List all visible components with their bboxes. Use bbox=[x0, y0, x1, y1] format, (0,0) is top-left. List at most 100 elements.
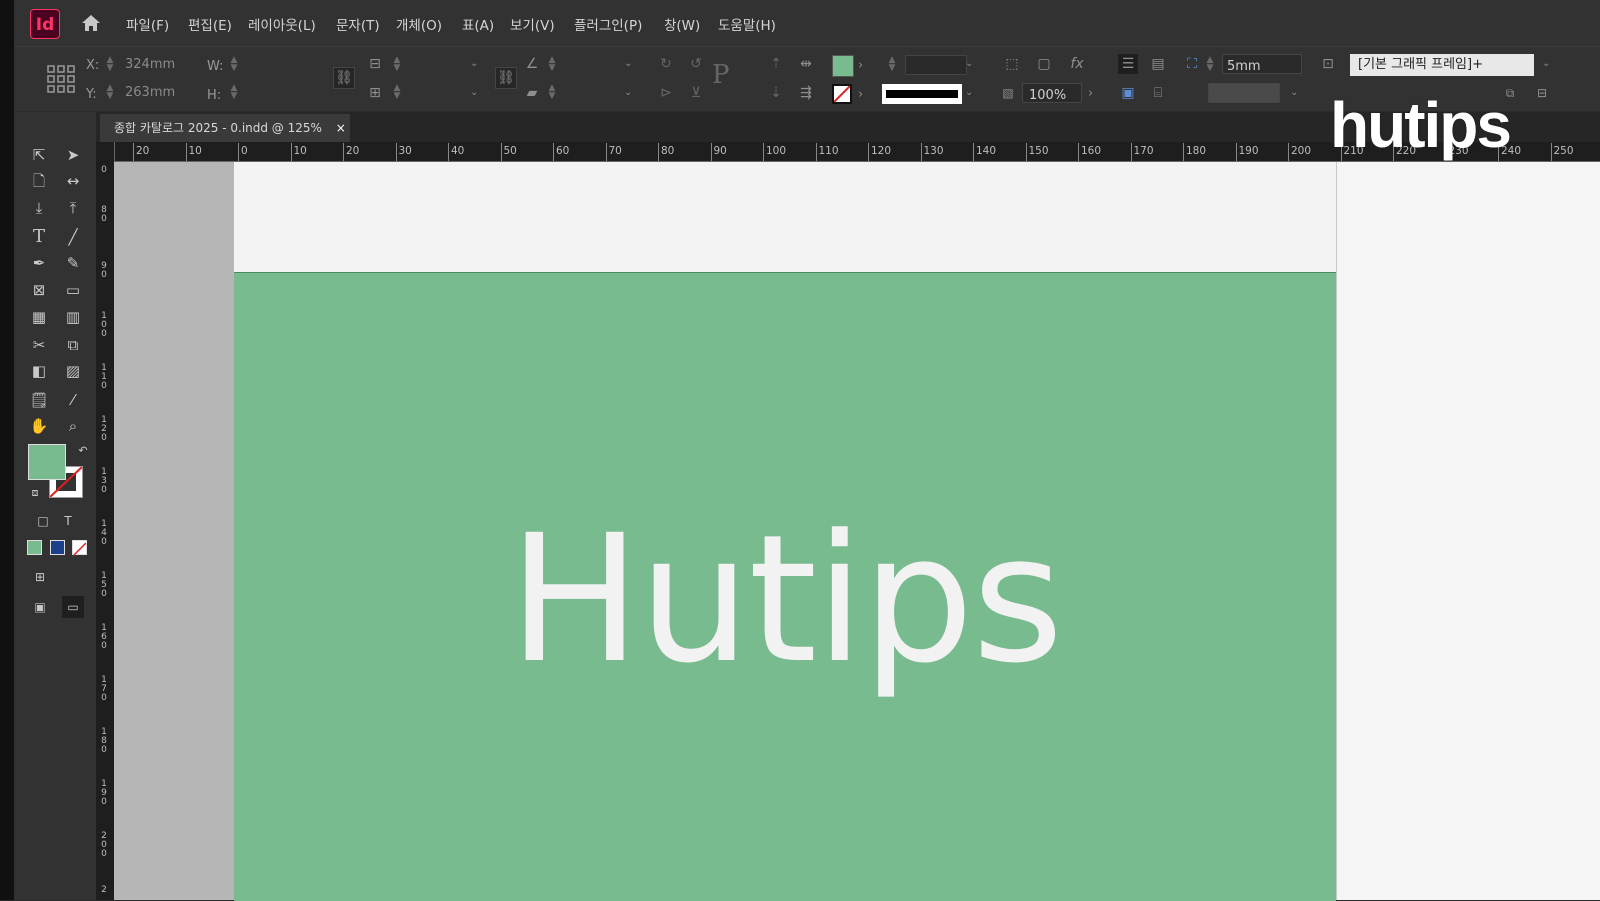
stroke-menu-icon[interactable]: › bbox=[858, 87, 863, 102]
menu-item-4[interactable]: 개체(O) bbox=[396, 14, 442, 34]
flip-horizontal-icon[interactable]: ⊳ bbox=[656, 83, 676, 103]
scale-x-spinner[interactable]: ▲ ▼ bbox=[393, 56, 401, 74]
swap-fill-stroke-icon[interactable]: ↶ bbox=[72, 440, 94, 462]
stroke-type-dropdown-icon[interactable]: ⌄ bbox=[965, 87, 973, 98]
apply-none-icon[interactable] bbox=[72, 540, 87, 557]
gradient-swatch-tool-icon[interactable]: ◧ bbox=[28, 360, 50, 382]
scale-x-icon[interactable]: ⊟ bbox=[365, 54, 385, 74]
scale-link-icon[interactable]: ⛓ bbox=[495, 67, 517, 89]
formatting-container-icon[interactable]: □ bbox=[32, 510, 54, 532]
menu-item-8[interactable]: 창(W) bbox=[664, 14, 700, 34]
close-tab-button[interactable]: × bbox=[336, 121, 346, 135]
type-tool-icon[interactable]: T bbox=[28, 226, 50, 248]
line-tool-icon[interactable]: ╱ bbox=[62, 226, 84, 248]
stroke-weight-field[interactable] bbox=[905, 55, 967, 75]
screen-mode-icon[interactable]: ⊞ bbox=[29, 566, 51, 588]
h-spinner[interactable]: ▲ ▼ bbox=[230, 84, 238, 102]
pencil-tool-icon[interactable]: ✎ bbox=[62, 252, 84, 274]
menu-item-3[interactable]: 문자(T) bbox=[336, 14, 380, 34]
eyedropper-tool-icon[interactable]: ⁄ bbox=[62, 389, 84, 411]
select-container-icon[interactable]: ⇡ bbox=[766, 54, 786, 74]
menu-item-6[interactable]: 보기(V) bbox=[510, 14, 555, 34]
stroke-weight-spinner[interactable]: ▲ ▼ bbox=[888, 56, 896, 74]
scale-y-spinner[interactable]: ▲ ▼ bbox=[393, 84, 401, 102]
menu-item-7[interactable]: 플러그인(P) bbox=[574, 14, 642, 34]
free-transform-tool-icon[interactable]: ⧉ bbox=[62, 334, 84, 356]
rotate-ccw-icon[interactable]: ↺ bbox=[686, 54, 706, 74]
menu-item-2[interactable]: 레이아웃(L) bbox=[248, 14, 316, 34]
object-style-dropdown-icon[interactable]: ⌄ bbox=[1542, 58, 1550, 69]
reference-point-icon[interactable] bbox=[46, 64, 76, 94]
document-tab[interactable]: 종합 카탈로그 2025 - 0.indd @ 125% × bbox=[100, 114, 350, 142]
gradient-feather-tool-icon[interactable]: ▨ bbox=[62, 360, 84, 382]
table-tool-icon[interactable]: ▦ bbox=[28, 306, 50, 328]
select-content-icon[interactable]: ⇣ bbox=[766, 83, 786, 103]
flip-vertical-icon[interactable]: ⊻ bbox=[686, 83, 706, 103]
formatting-text-icon[interactable]: T bbox=[57, 510, 79, 532]
text-wrap-bbox-icon[interactable]: ▤ bbox=[1148, 54, 1168, 74]
stroke-weight-dropdown-icon[interactable]: ⌄ bbox=[965, 58, 973, 69]
select-previous-icon[interactable]: ⇹ bbox=[796, 54, 816, 74]
rotate-angle-icon[interactable]: ∠ bbox=[522, 54, 542, 74]
y-field[interactable]: 263mm bbox=[125, 85, 175, 100]
home-icon[interactable] bbox=[80, 13, 102, 33]
spacing-field[interactable]: 5mm bbox=[1222, 54, 1302, 74]
y-spinner[interactable]: ▲ ▼ bbox=[106, 84, 114, 102]
x-field[interactable]: 324mm bbox=[125, 57, 175, 72]
stroke-swatch-none[interactable] bbox=[832, 84, 852, 104]
fill-swatch[interactable] bbox=[832, 55, 854, 77]
fill-menu-icon[interactable]: › bbox=[858, 58, 863, 73]
scale-y-dropdown-icon[interactable]: ⌄ bbox=[470, 87, 478, 98]
scissors-tool-icon[interactable]: ✂ bbox=[28, 334, 50, 356]
text-wrap-none-icon[interactable]: ☰ bbox=[1118, 54, 1138, 74]
blank-dropdown-icon[interactable]: ⌄ bbox=[1290, 87, 1298, 98]
page-tool-icon[interactable]: 🗋 bbox=[28, 170, 50, 192]
column-tool-icon[interactable]: ▥ bbox=[62, 306, 84, 328]
rotate-cw-icon[interactable]: ↻ bbox=[656, 54, 676, 74]
effects-fx-icon[interactable]: fx bbox=[1067, 54, 1087, 74]
rectangle-frame-tool-icon[interactable]: ⊠ bbox=[28, 279, 50, 301]
apply-gradient-icon[interactable] bbox=[50, 540, 65, 555]
pen-tool-icon[interactable]: ✒ bbox=[28, 252, 50, 274]
fill-color-box-front[interactable] bbox=[28, 444, 66, 480]
opacity-menu-icon[interactable]: › bbox=[1088, 86, 1093, 101]
redefine-style-icon[interactable]: ⊟ bbox=[1532, 83, 1552, 103]
scale-x-dropdown-icon[interactable]: ⌄ bbox=[470, 58, 478, 69]
menu-item-9[interactable]: 도움말(H) bbox=[718, 14, 776, 34]
rotate-spinner[interactable]: ▲ ▼ bbox=[548, 56, 556, 74]
gap-tool-icon[interactable]: ↔ bbox=[62, 170, 84, 192]
opacity-field[interactable]: 100% bbox=[1022, 83, 1082, 103]
content-collector-icon[interactable]: ⤓ bbox=[28, 197, 50, 219]
preview-mode-icon[interactable]: ▭ bbox=[62, 596, 84, 618]
content-placer-icon[interactable]: ⤒ bbox=[62, 197, 84, 219]
menu-item-0[interactable]: 파일(F) bbox=[126, 14, 169, 34]
default-fill-stroke-icon[interactable]: ⧈ bbox=[24, 482, 46, 504]
apply-color-icon[interactable] bbox=[27, 540, 42, 555]
select-next-icon[interactable]: ⇶ bbox=[796, 83, 816, 103]
stroke-type-field[interactable] bbox=[882, 84, 962, 104]
direct-selection-tool-icon[interactable]: ➤ bbox=[62, 144, 84, 166]
zoom-tool-icon[interactable]: ⌕ bbox=[62, 415, 84, 437]
corner-options-icon[interactable]: ⬚ bbox=[1002, 54, 1022, 74]
blank-field[interactable] bbox=[1208, 83, 1280, 103]
w-spinner[interactable]: ▲ ▼ bbox=[230, 56, 238, 74]
menu-item-5[interactable]: 표(A) bbox=[462, 14, 494, 34]
text-wrap-shape-icon[interactable]: ▣ bbox=[1118, 83, 1138, 103]
rectangle-tool-icon[interactable]: ▭ bbox=[62, 279, 84, 301]
x-spinner[interactable]: ▲ ▼ bbox=[106, 56, 114, 74]
object-style-dropdown[interactable]: [기본 그래픽 프레임]+ bbox=[1350, 54, 1534, 76]
rotate-dropdown-icon[interactable]: ⌄ bbox=[624, 58, 632, 69]
hand-tool-icon[interactable]: ✋ bbox=[28, 415, 50, 437]
note-tool-icon[interactable]: 🗒 bbox=[28, 389, 50, 411]
drop-shadow-icon[interactable]: ▢ bbox=[1034, 54, 1054, 74]
constrain-proportions-link-icon[interactable]: ⛓ bbox=[333, 67, 355, 89]
ruler-origin[interactable] bbox=[96, 142, 114, 161]
shear-angle-icon[interactable]: ▰ bbox=[522, 83, 542, 103]
menu-item-1[interactable]: 편집(E) bbox=[188, 14, 232, 34]
headline-text[interactable]: Hutips bbox=[234, 505, 1336, 695]
spacing-spinner[interactable]: ▲ ▼ bbox=[1206, 56, 1214, 74]
selection-tool-icon[interactable]: ⇱ bbox=[28, 144, 50, 166]
shear-spinner[interactable]: ▲ ▼ bbox=[548, 84, 556, 102]
scale-y-icon[interactable]: ⊞ bbox=[365, 83, 385, 103]
shear-dropdown-icon[interactable]: ⌄ bbox=[624, 87, 632, 98]
